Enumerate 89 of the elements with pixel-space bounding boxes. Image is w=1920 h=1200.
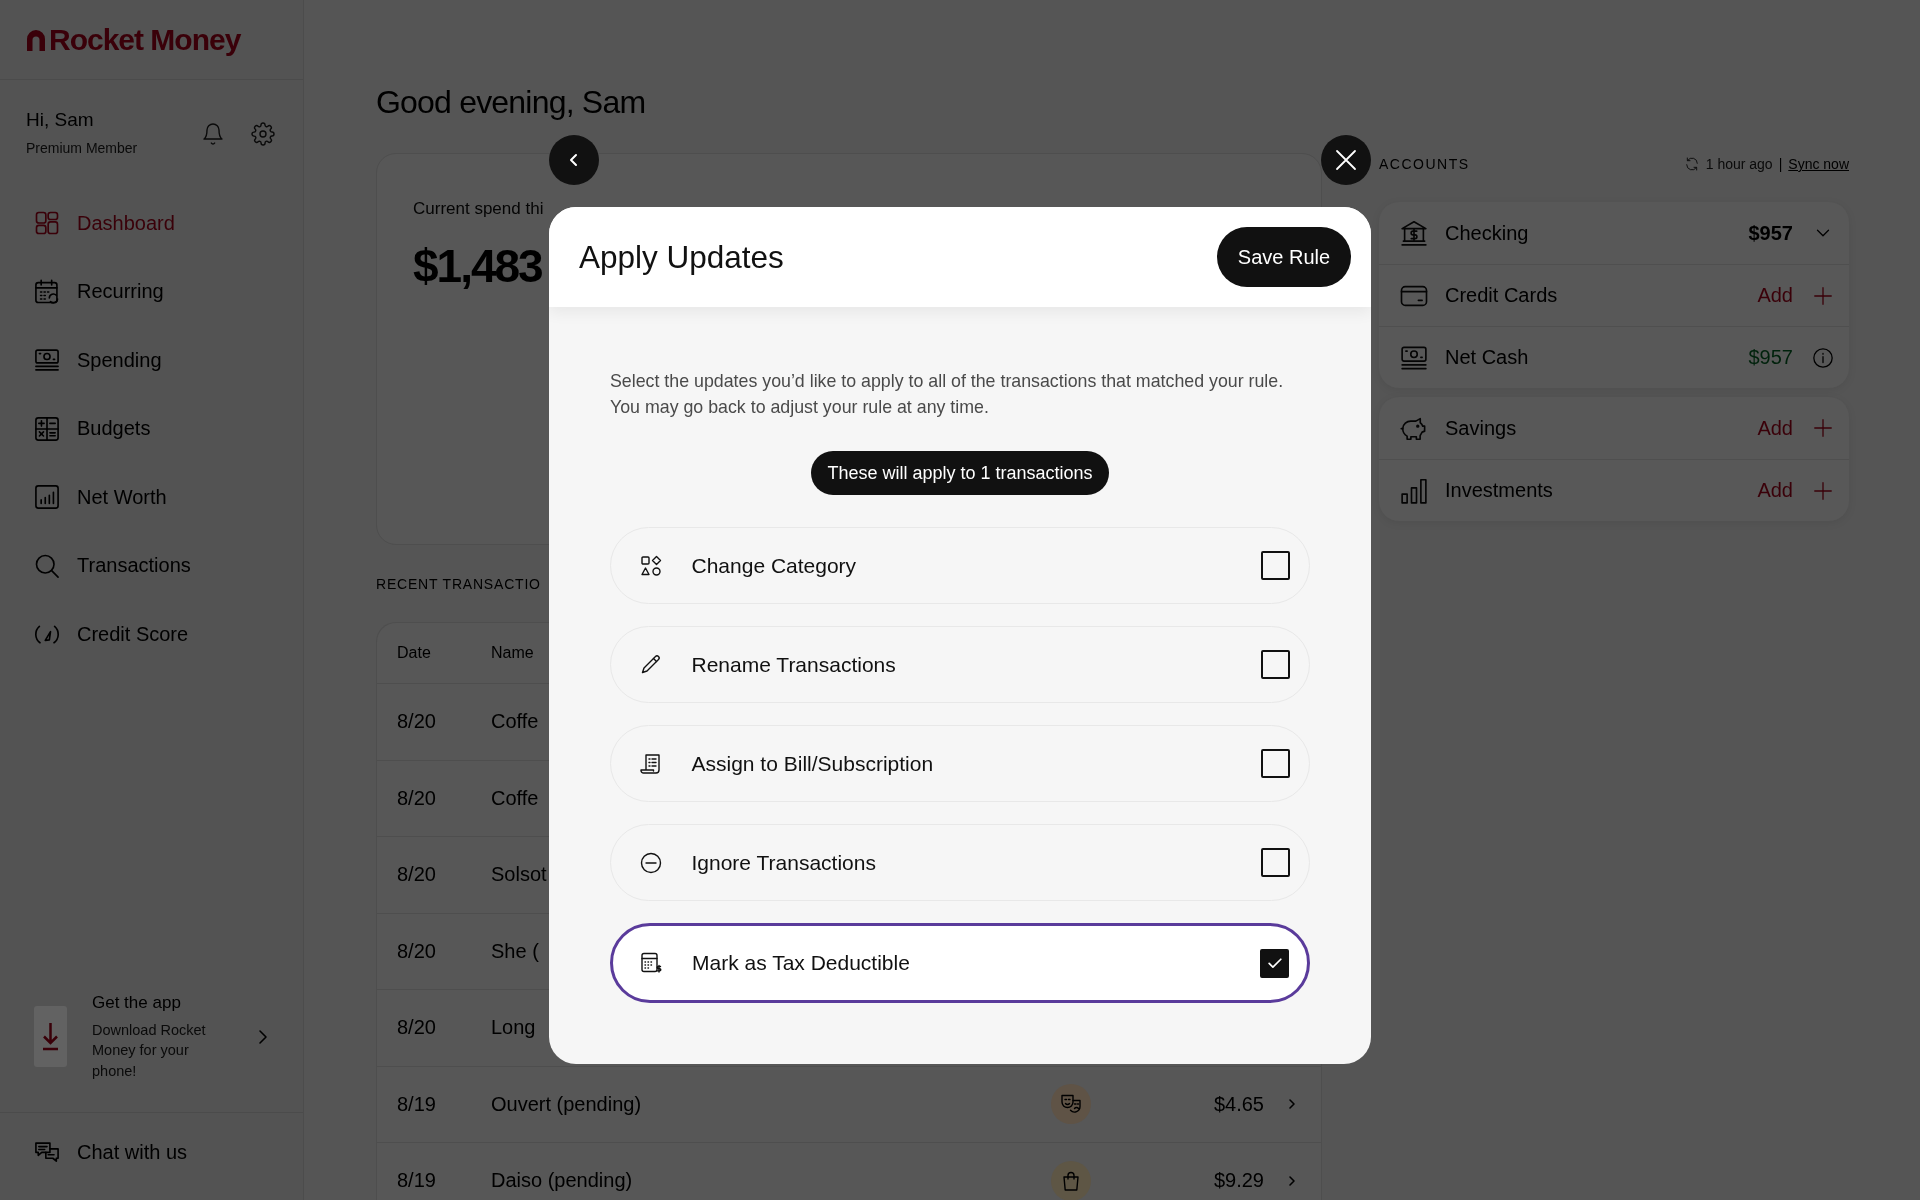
nav-item[interactable]: Recurring	[33, 257, 164, 326]
user-greeting: Hi, Sam	[26, 109, 94, 131]
add-link[interactable]: Add	[1757, 416, 1793, 440]
table-cell: 8/19	[397, 1169, 436, 1192]
match-count-badge: These will apply to 1 transactions	[811, 451, 1109, 495]
bank-icon	[1399, 218, 1429, 248]
bar-chart-icon	[33, 483, 61, 512]
checkbox[interactable]	[1260, 848, 1290, 877]
minus-circle-icon	[638, 850, 663, 875]
table-cell: Coffe	[491, 710, 539, 734]
nav-item[interactable]: Dashboard	[33, 189, 175, 258]
phone-download-icon	[34, 1006, 67, 1068]
nav-item[interactable]: Budgets	[33, 394, 151, 463]
plus-icon[interactable]	[1812, 417, 1834, 439]
logo-text: Rocket Money	[49, 22, 241, 57]
receipt-icon	[638, 751, 663, 776]
chevron-right-icon[interactable]	[1288, 1174, 1296, 1187]
table-cell: 8/20	[397, 1016, 436, 1039]
calculator-dollar-icon	[639, 951, 663, 975]
membership-label: Premium Member	[26, 140, 138, 157]
account-name: Investments	[1445, 479, 1554, 502]
info-icon[interactable]	[1812, 346, 1834, 369]
calculator-icon	[33, 414, 61, 443]
account-name: Net Cash	[1445, 346, 1530, 369]
option-label: Rename Transactions	[691, 652, 897, 677]
table-cell: 8/20	[397, 786, 436, 809]
plus-icon[interactable]	[1812, 284, 1834, 307]
table-cell: Daiso (pending)	[491, 1169, 633, 1193]
modal-title: Apply Updates	[579, 239, 784, 275]
table-cell: Long	[491, 1016, 536, 1040]
option-label: Mark as Tax Deductible	[692, 951, 911, 975]
calendar-icon	[33, 277, 61, 306]
account-balance: $957	[1748, 346, 1793, 369]
spend-label: Current spend thi	[413, 199, 544, 219]
checkbox[interactable]	[1260, 948, 1289, 978]
account-name: Credit Cards	[1445, 284, 1559, 307]
nav-item[interactable]: Net Worth	[33, 463, 167, 532]
table-cell: 8/20	[397, 863, 436, 886]
checkbox[interactable]	[1260, 650, 1290, 679]
section-title: RECENT TRANSACTIO	[376, 576, 541, 592]
promo-text: Download Rocket Money for your phone!	[92, 1020, 207, 1081]
add-link[interactable]: Add	[1757, 479, 1793, 502]
nav-item[interactable]: Transactions	[33, 531, 191, 600]
modal-description: Select the updates you’d like to apply to all of the transactions that matched your rule. You may go back to adjust your rule at any time.	[610, 370, 1285, 419]
chevron-right-icon[interactable]	[257, 1028, 269, 1045]
separator-text: |	[1778, 156, 1783, 172]
shopping-bag-icon	[1051, 1160, 1091, 1200]
account-name: Checking	[1445, 221, 1530, 245]
add-link[interactable]: Add	[1757, 284, 1793, 307]
option-label: Ignore Transactions	[691, 850, 877, 875]
nav-item[interactable]: Spending	[33, 326, 162, 395]
promo-title: Get the app	[92, 992, 181, 1013]
bell-icon[interactable]	[201, 122, 225, 146]
checkbox[interactable]	[1260, 749, 1290, 778]
sync-now-link[interactable]: Sync now	[1788, 156, 1849, 172]
close-button[interactable]	[1321, 135, 1371, 185]
table-cell: She (	[491, 939, 539, 963]
option-label: Assign to Bill/Subscription	[691, 751, 935, 776]
theater-masks-icon	[1051, 1084, 1091, 1125]
table-cell: Ouvert (pending)	[491, 1092, 642, 1116]
table-cell: 8/19	[397, 1092, 436, 1115]
plus-icon[interactable]	[1812, 479, 1834, 502]
sync-icon[interactable]	[1683, 156, 1700, 172]
table-cell: Solsot	[491, 863, 547, 887]
last-synced-text: 1 hour ago	[1705, 156, 1773, 172]
chat-link[interactable]: Chat with us	[33, 1138, 188, 1167]
table-cell: $4.65	[1213, 1092, 1264, 1115]
table-cell: 8/20	[397, 939, 436, 962]
account-balance: $957	[1748, 221, 1793, 245]
nav-item[interactable]: Credit Score	[33, 600, 189, 669]
chevron-left-icon	[569, 153, 579, 167]
section-title: ACCOUNTS	[1379, 156, 1470, 172]
close-icon	[1334, 148, 1358, 172]
checkbox[interactable]	[1260, 551, 1290, 580]
table-cell: $9.29	[1213, 1169, 1264, 1192]
save-rule-button[interactable]: Save Rule	[1217, 227, 1351, 287]
column-header: Date	[397, 644, 431, 661]
column-header: Name	[491, 644, 534, 661]
table-cell: 8/20	[397, 710, 436, 733]
back-button[interactable]	[549, 135, 599, 185]
table-cell: Coffe	[491, 786, 539, 810]
logo-icon	[26, 28, 46, 51]
shapes-icon	[638, 553, 663, 578]
page-greeting: Good evening, Sam	[376, 83, 646, 122]
spend-amount: $1,483	[413, 239, 542, 293]
option-label: Change Category	[691, 553, 858, 578]
settings-icon[interactable]	[251, 122, 275, 146]
account-name: Savings	[1445, 416, 1518, 440]
chevron-right-icon[interactable]	[1288, 1098, 1296, 1111]
